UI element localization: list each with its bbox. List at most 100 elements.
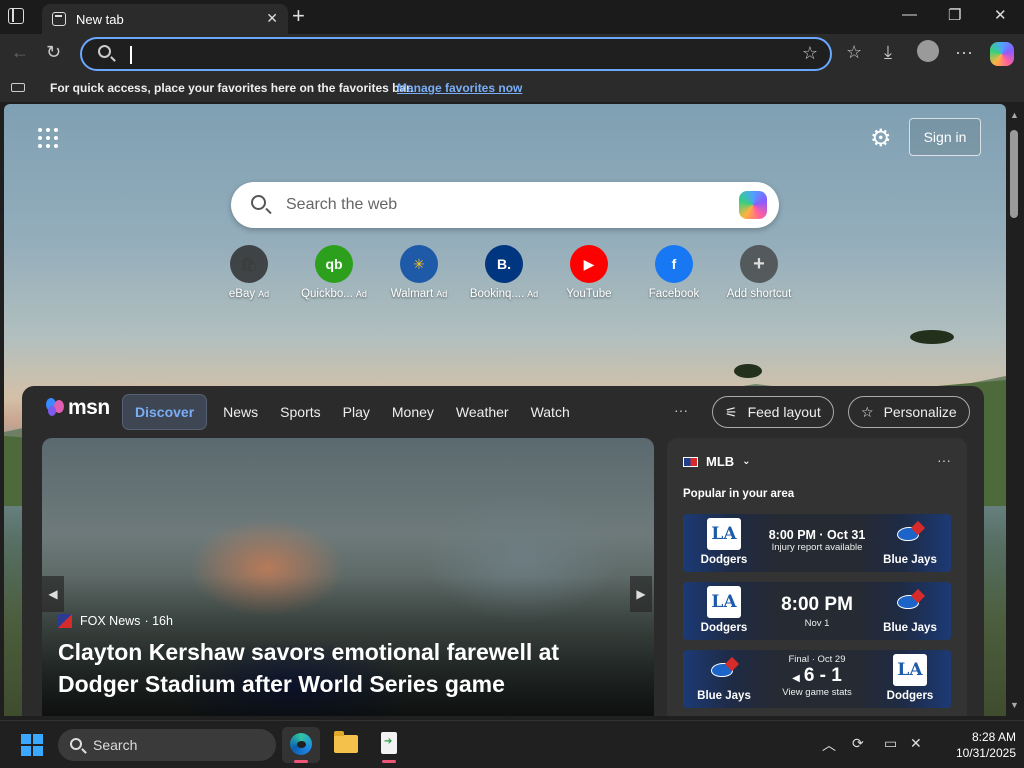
tab-sports[interactable]: Sports (269, 395, 331, 429)
blue-jays-logo-icon (893, 518, 927, 550)
game-row[interactable]: LA Blue Jays Dodgers Final · Oct 29 ◀ 6 - 1 Vi… (683, 650, 951, 708)
taskbar-file-explorer[interactable] (326, 727, 364, 763)
minimize-button[interactable]: — (902, 6, 917, 23)
feed-layout-button[interactable]: ⚟ Feed layout (712, 396, 834, 428)
ad-badge: Ad (527, 289, 539, 299)
tab-new-tab[interactable]: New tab ✕ (42, 4, 288, 34)
quick-link-2[interactable]: qb Quickbo... Ad (294, 245, 374, 300)
game-note: Injury report available (771, 542, 863, 553)
favorites-bar-icon (11, 83, 25, 92)
favorite-star-icon[interactable]: ☆ (802, 43, 818, 64)
tab-actions-icon[interactable] (8, 8, 24, 24)
scrollbar-thumb[interactable] (1010, 130, 1018, 218)
msn-logo[interactable]: msn (46, 396, 110, 420)
tab-discover[interactable]: Discover (122, 394, 208, 430)
quick-link-glyph: 🛍 (240, 255, 258, 272)
restore-button[interactable]: ❐ (948, 6, 961, 24)
quick-link-glyph: + (753, 252, 765, 275)
start-button-icon[interactable] (21, 734, 43, 756)
settings-gear-icon[interactable]: ⚙ (870, 124, 892, 153)
personalize-label: Personalize (883, 404, 957, 420)
apps-launcher-icon[interactable] (38, 128, 58, 148)
quick-link-6[interactable]: f Facebook (634, 245, 714, 300)
walmart-icon: ✳ (400, 245, 438, 283)
sign-in-button[interactable]: Sign in (909, 118, 981, 156)
quick-link-1[interactable]: 🛍 eBay Ad (209, 245, 289, 300)
game-row[interactable]: LA Dodgers Blue Jays 8:00 PM Nov 1 (683, 582, 951, 640)
taskbar-search-label: Search (93, 737, 138, 753)
tab-watch[interactable]: Watch (520, 395, 581, 429)
scroll-up-icon[interactable]: ▲ (1010, 110, 1019, 120)
quick-link-7[interactable]: + Add shortcut (719, 245, 799, 300)
dodgers-logo-icon: LA (893, 654, 927, 686)
new-tab-page: ⚙ Sign in Search the web 🛍 eBay Ad qb Quickb… (4, 104, 1006, 716)
display-icon[interactable]: ▭ (884, 735, 897, 752)
game-info: 8:00 PM · Oct 31 Injury report available (753, 528, 881, 553)
manage-favorites-link[interactable]: Manage favorites now (397, 81, 522, 95)
msn-brand: msn (68, 396, 110, 419)
favorites-icon[interactable]: ☆ (846, 42, 862, 63)
new-tab-button[interactable]: + (292, 4, 305, 28)
tab-news[interactable]: News (212, 395, 269, 429)
close-window-button[interactable]: ✕ (994, 6, 1007, 24)
youtube-icon: ▶ (570, 245, 608, 283)
copilot-icon[interactable] (739, 191, 767, 219)
scroll-down-icon[interactable]: ▼ (1010, 700, 1019, 710)
carousel-prev-icon[interactable]: ◀ (42, 576, 64, 612)
blue-jays-logo-icon (707, 654, 741, 686)
dodgers-logo-icon: LA (707, 518, 741, 550)
game-score: ◀ 6 - 1 (753, 665, 881, 687)
mlb-title: MLB (706, 454, 735, 469)
back-icon[interactable]: ← (11, 42, 29, 63)
blue-jays-logo-icon (893, 586, 927, 618)
quick-link-label: Facebook (634, 288, 714, 300)
edge-icon (290, 733, 312, 755)
quick-link-5[interactable]: ▶ YouTube (549, 245, 629, 300)
clock[interactable]: 8:28 AM 10/31/2025 (930, 729, 1016, 761)
tab-weather[interactable]: Weather (445, 395, 520, 429)
copilot-icon[interactable] (990, 42, 1014, 66)
view-stats-link[interactable]: View game stats (753, 687, 881, 698)
address-bar[interactable]: ☆ (80, 37, 832, 71)
active-indicator (382, 760, 396, 763)
mlb-dropdown[interactable]: MLB ⌄ (683, 454, 751, 469)
new-tab-page-icon (52, 12, 66, 26)
page-scrollbar[interactable]: ▲ ▼ (1006, 104, 1024, 716)
browser-toolbar: ← ↻ ☆ ☆ ⤓ ··· (0, 34, 1024, 74)
personalize-button[interactable]: ☆ Personalize (848, 396, 970, 428)
popular-label: Popular in your area (683, 488, 795, 500)
game-time: 8:00 PM · Oct 31 (768, 528, 866, 542)
downloads-icon[interactable]: ⤓ (884, 42, 892, 63)
mlb-more-icon[interactable]: ··· (937, 452, 951, 468)
network-muted-icon[interactable]: ✕ (910, 735, 922, 752)
quick-link-label: Add shortcut (719, 288, 799, 300)
team-left: Blue Jays (697, 690, 751, 702)
game-row[interactable]: LA Dodgers Blue Jays 8:00 PM · Oct 31 Injury… (683, 514, 951, 572)
taskbar-search[interactable]: Search (58, 729, 276, 761)
quick-link-3[interactable]: ✳ Walmart Ad (379, 245, 459, 300)
sync-icon[interactable]: ⟳ (852, 735, 864, 752)
taskbar-edge[interactable] (282, 727, 320, 763)
tab-play[interactable]: Play (332, 395, 381, 429)
chevron-down-icon: ⌄ (742, 456, 751, 467)
score-value: 6 - 1 (803, 665, 842, 686)
taskbar-app[interactable] (370, 727, 408, 763)
tab-title: New tab (76, 11, 124, 27)
booking-icon: B. (485, 245, 523, 283)
profile-avatar[interactable] (917, 40, 939, 62)
story-headline[interactable]: Clayton Kershaw savors emotional farewel… (58, 636, 618, 700)
quick-link-glyph: qb (325, 256, 343, 272)
more-menu-icon[interactable]: ··· (955, 42, 973, 63)
tab-money[interactable]: Money (381, 395, 445, 429)
refresh-icon[interactable]: ↻ (46, 42, 61, 63)
hero-story-card[interactable]: ◀ ▶ FOX News · 16h Clayton Kershaw savor… (42, 438, 654, 716)
carousel-next-icon[interactable]: ▶ (630, 576, 652, 612)
feed-more-icon[interactable]: ··· (674, 402, 688, 418)
quickbooks-icon: qb (315, 245, 353, 283)
close-tab-icon[interactable]: ✕ (266, 10, 278, 27)
chevron-up-icon[interactable]: ︿ (822, 735, 836, 755)
quick-link-4[interactable]: B. Bookinq.... Ad (464, 245, 544, 300)
clock-time: 8:28 AM (971, 730, 1016, 744)
web-search-box[interactable]: Search the web (231, 182, 779, 228)
facebook-icon: f (655, 245, 693, 283)
